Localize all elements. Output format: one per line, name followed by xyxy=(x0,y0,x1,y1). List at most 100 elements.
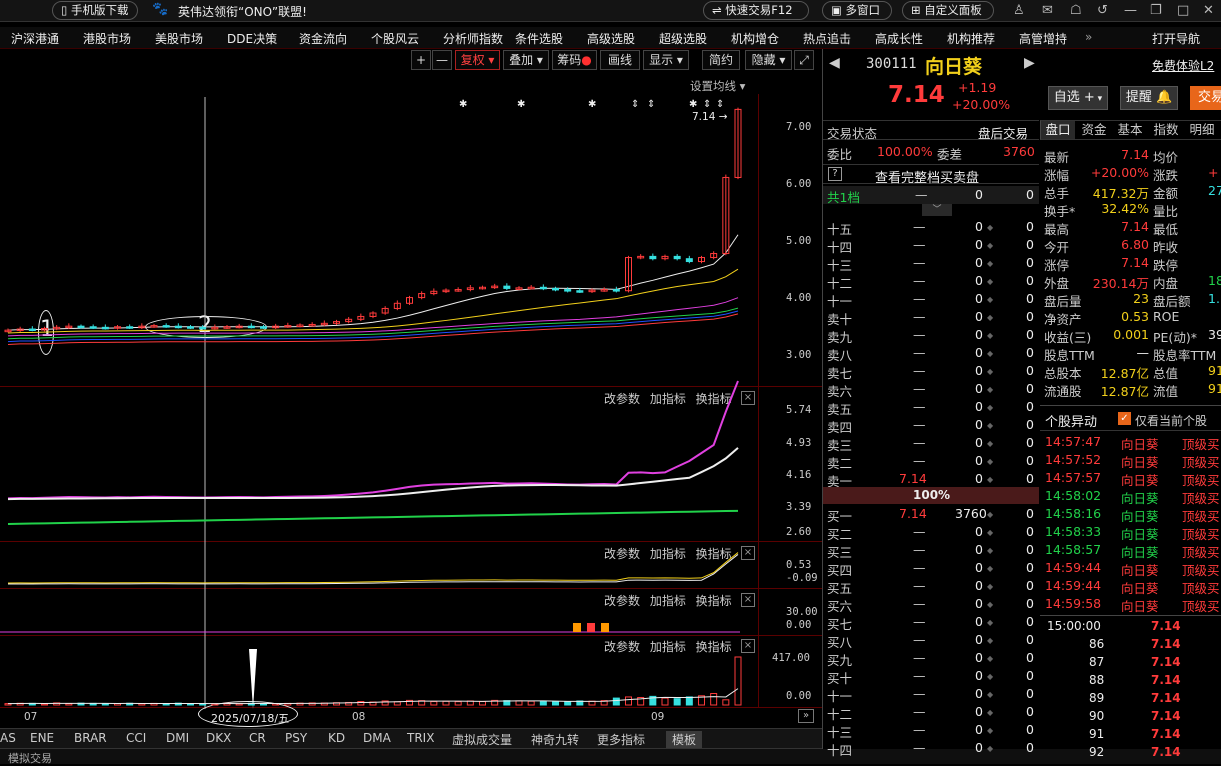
custom-panel-button[interactable]: ⊞ 自定义面板 xyxy=(902,1,994,20)
menu-item[interactable]: 高级选股 xyxy=(587,30,635,47)
alert-row[interactable]: 14:57:47 向日葵 顶级买 xyxy=(1045,433,1221,452)
indicator-tab[interactable]: DMA xyxy=(363,731,391,745)
sell-level-row[interactable]: 卖二 —0 ◆ 0 xyxy=(823,452,1039,471)
indicator-tab[interactable]: AS xyxy=(0,731,16,745)
menu-item[interactable]: 热点追击 xyxy=(803,30,851,47)
minimize-icon[interactable]: — xyxy=(1124,3,1137,18)
only-current-label[interactable]: 仅看当前个股 xyxy=(1135,412,1207,429)
user-icon[interactable]: ♙ xyxy=(1013,3,1025,18)
sell-level-row[interactable]: 十一 —0 ◆ 0 xyxy=(823,290,1039,309)
sell-level-row[interactable]: 卖四 —0 ◆ 0 xyxy=(823,416,1039,435)
mobile-download-button[interactable]: ▯ 手机版下载 xyxy=(52,1,138,20)
sell-level-row[interactable]: 十二 —0 ◆ 0 xyxy=(823,272,1039,291)
indicator-tab[interactable]: DKX xyxy=(206,731,231,745)
full-book-row[interactable]: ? 查看完整档买卖盘 xyxy=(823,164,1039,186)
menu-item[interactable]: 港股市场 xyxy=(83,30,131,47)
checkbox-icon[interactable]: ✓ xyxy=(1118,412,1131,425)
sell-level-row[interactable]: 十三 —0 ◆ 0 xyxy=(823,254,1039,273)
indicator-tab[interactable]: BRAR xyxy=(74,731,107,745)
trade-button[interactable]: 交易 xyxy=(1190,86,1221,110)
help-icon[interactable]: ? xyxy=(828,167,842,181)
prev-stock-icon[interactable]: ◀ xyxy=(829,55,840,71)
indicator-tab[interactable]: TRIX xyxy=(407,731,434,745)
buy-level-row[interactable]: 买七 —0 ◆ 0 xyxy=(823,613,1039,632)
tab-pankou[interactable]: 盘口 xyxy=(1041,121,1075,139)
close-icon[interactable]: ✕ xyxy=(1203,3,1214,18)
news-headline[interactable]: 英伟达领衔“ONO”联盟! xyxy=(178,3,307,20)
menu-item[interactable]: 资金流向 xyxy=(299,30,347,47)
sell-level-row[interactable]: 卖九 —0 ◆ 0 xyxy=(823,326,1039,345)
buy-level-row[interactable]: 买四 —0 ◆ 0 xyxy=(823,559,1039,578)
sell-level-row[interactable]: 十五 —0 ◆ 0 xyxy=(823,218,1039,237)
menu-item[interactable]: 机构增仓 xyxy=(731,30,779,47)
alert-row[interactable]: 14:57:52 向日葵 顶级买 xyxy=(1045,451,1221,470)
next-stock-icon[interactable]: ▶ xyxy=(1024,55,1035,71)
tab-zijin[interactable]: 资金 xyxy=(1077,121,1111,139)
buy-level-row[interactable]: 买六 —0 ◆ 0 xyxy=(823,595,1039,614)
menu-item[interactable]: 沪深港通 xyxy=(11,30,59,47)
remind-button[interactable]: 提醒 🔔 xyxy=(1120,86,1178,110)
alert-row[interactable]: 14:58:16 向日葵 顶级买 xyxy=(1045,505,1221,524)
alert-row[interactable]: 14:58:57 向日葵 顶级买 xyxy=(1045,541,1221,560)
buy-level-row[interactable]: 买五 —0 ◆ 0 xyxy=(823,577,1039,596)
sell-level-row[interactable]: 卖八 —0 ◆ 0 xyxy=(823,344,1039,363)
tab-zhishu[interactable]: 指数 xyxy=(1149,121,1183,139)
undo-icon[interactable]: ↺ xyxy=(1097,3,1108,18)
mail-icon[interactable]: ✉ xyxy=(1042,3,1053,18)
indicator-tab[interactable]: KD xyxy=(328,731,345,745)
menu-item[interactable]: 机构推荐 xyxy=(947,30,995,47)
menu-item[interactable]: 分析师指数 xyxy=(443,30,503,47)
buy-level-row[interactable]: 买八 —0 ◆ 0 xyxy=(823,631,1039,650)
buy-level-row[interactable]: 十三 —0 ◆ 0 xyxy=(823,721,1039,740)
buy-level-row[interactable]: 买二 —0 ◆ 0 xyxy=(823,523,1039,542)
buy-level-row[interactable]: 十四 — 0 ◆ 0 xyxy=(823,739,1039,758)
alert-row[interactable]: 14:57:57 向日葵 顶级买 xyxy=(1045,469,1221,488)
full-book-link[interactable]: 查看完整档买卖盘 xyxy=(875,167,979,186)
indicator-tab[interactable]: PSY xyxy=(285,731,307,745)
buy-level-row[interactable]: 买一 7.14 3760 ◆ 0 xyxy=(823,505,1039,524)
buy-level-row[interactable]: 买三 —0 ◆ 0 xyxy=(823,541,1039,560)
sell-level-row[interactable]: 卖十 —0 ◆ 0 xyxy=(823,308,1039,327)
menu-item[interactable]: 个股风云 xyxy=(371,30,419,47)
kline-chart-area[interactable]: + — 复权 ▾ 叠加 ▾ 筹码● 画线 显示 ▾ 简约 隐藏 ▾ ⤢ 设置均线… xyxy=(0,49,822,729)
indicator-tab[interactable]: CCI xyxy=(126,731,146,745)
menu-item[interactable]: 条件选股 xyxy=(515,30,563,47)
restore-icon[interactable]: ❐ xyxy=(1150,3,1162,18)
alert-row[interactable]: 14:59:44 向日葵 顶级买 xyxy=(1045,559,1221,578)
indicator-tab[interactable]: ENE xyxy=(30,731,54,745)
fullscreen-icon[interactable]: ⤢ xyxy=(794,50,814,70)
scroll-right-icon[interactable]: » xyxy=(798,709,814,723)
buy-level-row[interactable]: 买九 —0 ◆ 0 xyxy=(823,649,1039,668)
indicator-tab[interactable]: 虚拟成交量 xyxy=(452,731,512,748)
alert-row[interactable]: 14:58:02 向日葵 顶级买 xyxy=(1045,487,1221,506)
sell-level-row[interactable]: 卖三 —0 ◆ 0 xyxy=(823,434,1039,453)
tab-mingxi[interactable]: 明细 xyxy=(1185,121,1219,139)
indicator-tab[interactable]: DMI xyxy=(166,731,189,745)
buy-level-row[interactable]: 买十 —0 ◆ 0 xyxy=(823,667,1039,686)
self-select-button[interactable]: 自选 + ▾ xyxy=(1048,86,1108,110)
menu-item[interactable]: 高管增持 xyxy=(1019,30,1067,47)
sell-level-row[interactable]: 卖一 7.14 0 ◆ 0 xyxy=(823,470,1039,489)
multi-window-button[interactable]: ▣ 多窗口 xyxy=(822,1,892,20)
menu-item[interactable]: DDE决策 xyxy=(227,30,277,47)
menu-item[interactable]: 高成长性 xyxy=(875,30,923,47)
sell-level-row[interactable]: 卖五 —0 ◆ 0 xyxy=(823,398,1039,417)
alert-row[interactable]: 14:59:58 向日葵 顶级买 xyxy=(1045,595,1221,614)
more-menu-icon[interactable]: » xyxy=(1085,30,1092,44)
alert-row[interactable]: 14:58:33 向日葵 顶级买 xyxy=(1045,523,1221,542)
buy-level-row[interactable]: 十二 —0 ◆ 0 xyxy=(823,703,1039,722)
collapse-chevron-icon[interactable]: ﹀ xyxy=(922,204,952,216)
buy-level-row[interactable]: 十一 —0 ◆ 0 xyxy=(823,685,1039,704)
alert-row[interactable]: 14:59:44 向日葵 顶级买 xyxy=(1045,577,1221,596)
indicator-tab-active[interactable]: 模板 xyxy=(666,731,703,748)
sell-level-row[interactable]: 十四 —0 ◆ 0 xyxy=(823,236,1039,255)
tab-jiben[interactable]: 基本 xyxy=(1113,121,1147,139)
indicator-tab[interactable]: 神奇九转 xyxy=(531,731,579,748)
menu-item[interactable]: 美股市场 xyxy=(155,30,203,47)
indicator-tab[interactable]: 更多指标 xyxy=(597,731,645,748)
quick-trade-button[interactable]: ⇌ 快速交易F12 xyxy=(703,1,809,20)
sell-level-row[interactable]: 卖七 —0 ◆ 0 xyxy=(823,362,1039,381)
menu-item[interactable]: 超级选股 xyxy=(659,30,707,47)
sell-level-row[interactable]: 卖六 —0 ◆ 0 xyxy=(823,380,1039,399)
trial-l2-link[interactable]: 免费体验L2 xyxy=(1152,57,1214,74)
